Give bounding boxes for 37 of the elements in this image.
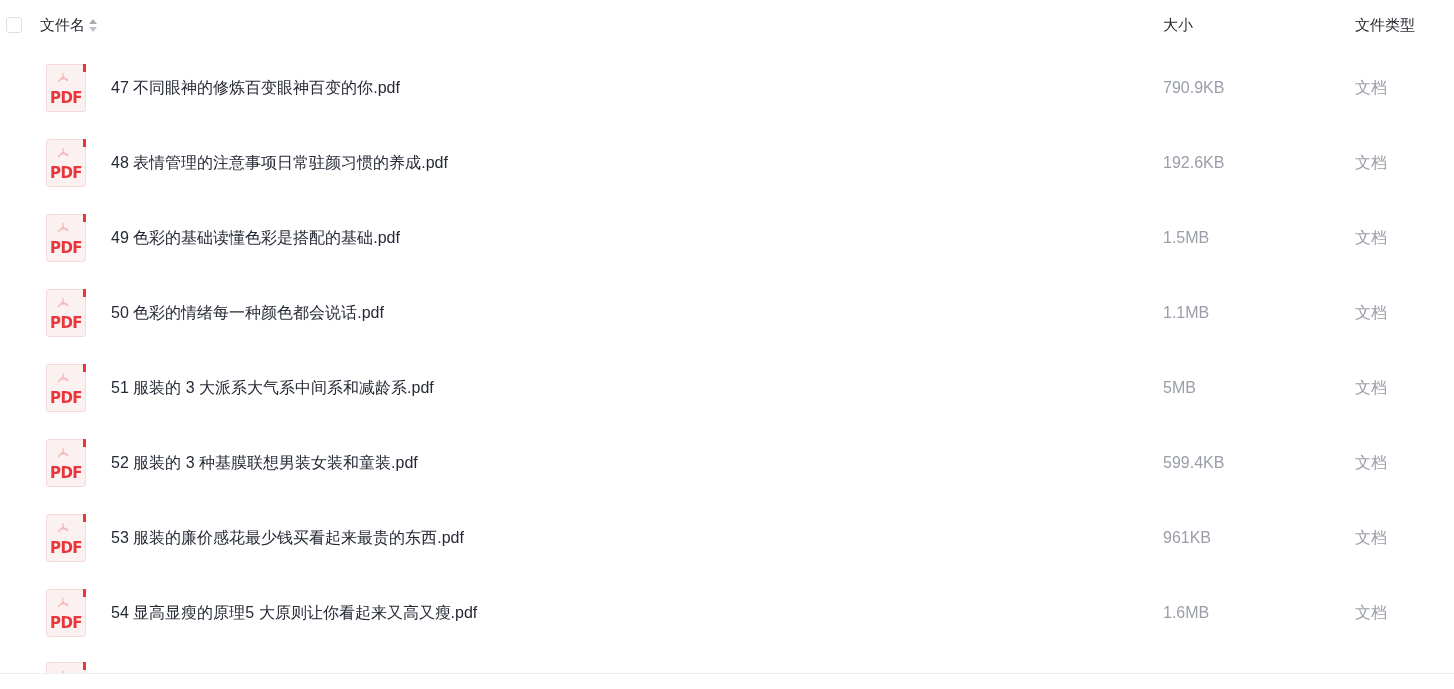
file-name[interactable]: 49 色彩的基础读懂色彩是搭配的基础.pdf: [111, 225, 400, 250]
pdf-file-icon: PDF: [46, 438, 86, 487]
column-header: 文件类型: [1355, 14, 1415, 35]
pdf-file-icon: PDF: [46, 63, 86, 112]
column-header[interactable]: 文件名: [40, 13, 85, 37]
sort-icon[interactable]: [89, 18, 97, 32]
file-name[interactable]: 54 显高显瘦的原理5 大原则让你看起来又高又瘦.pdf: [111, 600, 478, 625]
file-size: 1.6MB: [1163, 602, 1211, 623]
select-all-checkbox[interactable]: [6, 17, 22, 33]
pdf-file-icon: PDF: [46, 363, 86, 412]
file-name[interactable]: 51 服装的 3 大派系大气系中间系和减龄系.pdf: [111, 375, 434, 400]
pdf-file-icon: PDF: [46, 288, 86, 337]
file-type: 文档: [1355, 602, 1388, 623]
file-size: 790.9KB: [1163, 77, 1226, 98]
file-name[interactable]: 47 不同眼神的修炼百变眼神百变的你.pdf: [111, 75, 400, 100]
pdf-file-icon: PDF: [46, 138, 86, 187]
file-name[interactable]: 48 表情管理的注意事项日常驻颜习惯的养成.pdf: [111, 150, 448, 175]
column-header: 大小: [1163, 14, 1193, 35]
file-name[interactable]: 50 色彩的情绪每一种颜色都会说话.pdf: [111, 300, 384, 325]
file-type: 文档: [1355, 452, 1388, 473]
file-name[interactable]: 53 服装的廉价感花最少钱买看起来最贵的东西.pdf: [111, 525, 464, 550]
file-size: 192.6KB: [1163, 152, 1226, 173]
file-size: 961KB: [1163, 527, 1213, 548]
file-size: 599.4KB: [1163, 452, 1226, 473]
file-name[interactable]: 52 服装的 3 种基膜联想男装女装和童装.pdf: [111, 450, 418, 475]
file-type: 文档: [1355, 77, 1388, 98]
file-type: 文档: [1355, 527, 1388, 548]
file-type: 文档: [1355, 377, 1388, 398]
file-type: 文档: [1355, 227, 1388, 248]
pdf-file-icon: PDF: [46, 513, 86, 562]
pdf-file-icon: PDF: [46, 213, 86, 262]
file-size: 1.1MB: [1163, 302, 1211, 323]
file-size: 5MB: [1163, 377, 1197, 398]
file-type: 文档: [1355, 152, 1388, 173]
file-size: 1.5MB: [1163, 227, 1211, 248]
file-type: 文档: [1355, 302, 1388, 323]
pdf-file-icon: PDF: [46, 588, 86, 637]
